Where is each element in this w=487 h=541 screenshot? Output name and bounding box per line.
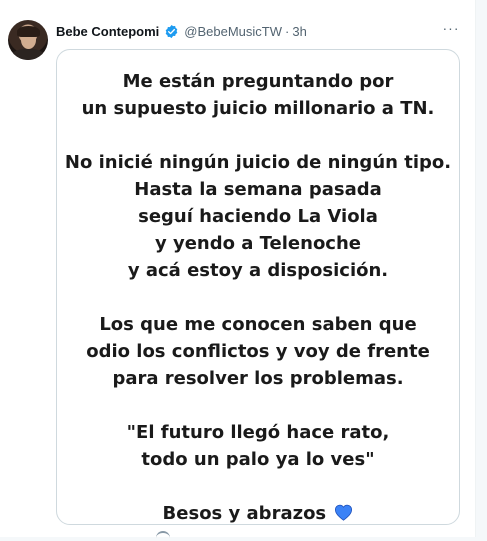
author-handle[interactable]: @BebeMusicTW — [184, 24, 282, 39]
reply-icon[interactable] — [156, 531, 170, 541]
tweet-header: Bebe Contepomi @BebeMusicTW · 3h — [56, 22, 307, 40]
text-line: Los que me conocen saben que — [99, 314, 417, 335]
text-line: Hasta la semana pasada — [134, 179, 382, 200]
avatar-shirt — [12, 49, 44, 60]
text-line: y acá estoy a disposición. — [127, 260, 389, 281]
verified-badge-icon — [165, 24, 178, 38]
text-paragraph: No inicié ningún juicio de ningún tipo. H… — [57, 149, 459, 284]
text-paragraph: Los que me conocen saben que odio los con… — [57, 311, 459, 392]
tweet-timestamp[interactable]: 3h — [292, 24, 306, 39]
text-paragraph: "El futuro llegó hace rato, todo un palo … — [57, 419, 459, 473]
text-line: y yendo a Telenoche — [154, 233, 362, 254]
tweet-actions — [56, 527, 458, 537]
author-name[interactable]: Bebe Contepomi — [56, 24, 159, 39]
blue-heart-icon — [335, 504, 353, 521]
text-paragraph: Me están preguntando por un supuesto juic… — [57, 68, 459, 122]
text-line: Me están preguntando por — [122, 71, 394, 92]
more-options-icon[interactable]: ··· — [438, 18, 464, 38]
closing-line: Besos y abrazos — [57, 500, 459, 527]
text-line: No inicié ningún juicio de ningún tipo. — [64, 152, 452, 173]
text-line: seguí haciendo La Viola — [138, 206, 378, 227]
text-line: odio los conflictos y voy de frente — [86, 341, 430, 362]
image-text: Me están preguntando por un supuesto juic… — [57, 68, 459, 527]
text-line: "El futuro llegó hace rato, — [126, 422, 390, 443]
avatar-hair — [17, 26, 40, 37]
tweet[interactable]: Bebe Contepomi @BebeMusicTW · 3h ··· Me … — [0, 0, 476, 537]
tweet-image[interactable]: Me están preguntando por un supuesto juic… — [56, 49, 460, 525]
closing-text: Besos y abrazos — [162, 503, 327, 524]
text-line: todo un palo ya lo ves" — [141, 449, 375, 470]
avatar[interactable] — [8, 20, 48, 60]
text-line: un supuesto juicio millonario a TN. — [81, 98, 435, 119]
separator-dot: · — [285, 23, 290, 39]
text-line: para resolver los problemas. — [112, 368, 404, 389]
